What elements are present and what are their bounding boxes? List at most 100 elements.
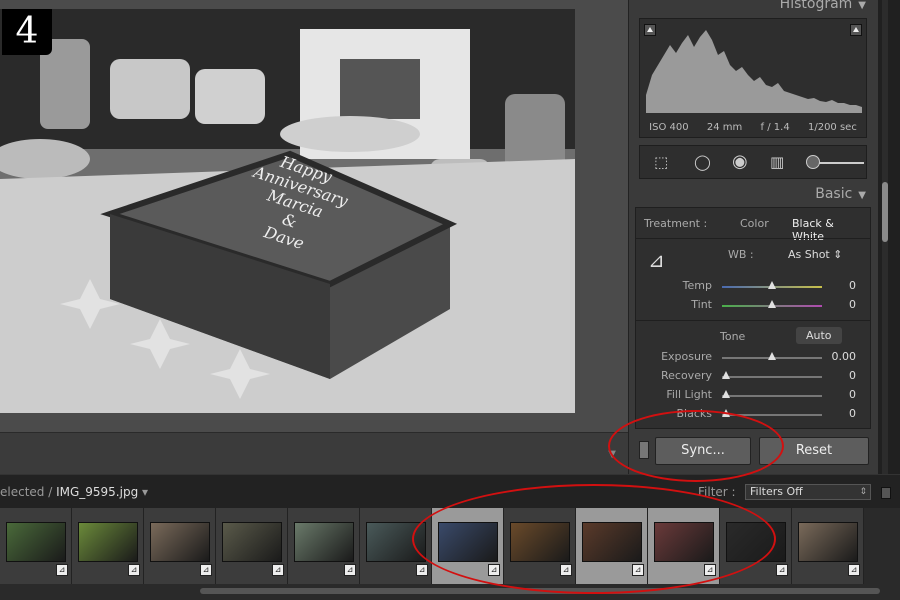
filmstrip-header: elected / IMG_9595.jpg ▾ Filter : Filter… <box>0 474 900 508</box>
focal-length-value: 24 mm <box>706 122 743 133</box>
shutter-value: 1/200 sec <box>807 122 857 133</box>
develop-adjusted-badge-icon: ⊿ <box>344 564 356 576</box>
blacks-slider-thumb[interactable] <box>722 409 730 417</box>
exposure-value[interactable]: 0.00 <box>832 350 857 363</box>
treatment-color-option[interactable]: Color <box>734 215 775 232</box>
wb-select[interactable]: As Shot ⇕ <box>782 246 848 263</box>
tone-label: Tone <box>720 330 746 343</box>
thumbnail-image <box>366 522 426 562</box>
reset-button[interactable]: Reset <box>759 437 869 465</box>
recovery-slider-thumb[interactable] <box>722 371 730 379</box>
thumbnail-image <box>6 522 66 562</box>
fill-light-slider-thumb[interactable] <box>722 390 730 398</box>
treatment-label: Treatment : <box>644 217 708 230</box>
divider <box>636 320 870 321</box>
right-panel-scrollbar[interactable] <box>878 0 900 474</box>
basic-header[interactable]: Basic ▼ <box>815 186 866 202</box>
filmstrip-thumbnail[interactable]: ⊿ <box>72 508 144 584</box>
temp-slider-thumb[interactable] <box>768 281 776 289</box>
exposure-label: Exposure <box>661 350 712 363</box>
histogram-header[interactable]: Histogram ▼ <box>780 0 866 12</box>
thumbnail-image <box>654 522 714 562</box>
filter-value: Filters Off <box>750 485 803 498</box>
aperture-value: f / 1.4 <box>760 122 790 133</box>
loupe-view: Happy Anniversary Marcia & Dave 4 <box>0 0 628 432</box>
develop-adjusted-badge-icon: ⊿ <box>272 564 284 576</box>
thumbnail-image <box>294 522 354 562</box>
filename-dropdown-icon[interactable]: ▾ <box>142 485 148 499</box>
filmstrip-thumbnail[interactable]: ⊿ <box>288 508 360 584</box>
filter-lock-toggle[interactable] <box>881 487 891 499</box>
adjustment-brush-track <box>816 162 864 164</box>
fill-light-value[interactable]: 0 <box>849 388 856 401</box>
loupe-toolbar: ▼ <box>0 432 628 474</box>
develop-adjusted-badge-icon: ⊿ <box>488 564 500 576</box>
blacks-value[interactable]: 0 <box>849 407 856 420</box>
auto-sync-toggle[interactable] <box>639 441 649 459</box>
select-arrows-icon: ⇕ <box>859 487 867 497</box>
develop-adjusted-badge-icon: ⊿ <box>56 564 68 576</box>
filmstrip: ⊿ ⊿ ⊿ ⊿ ⊿ ⊿ ⊿ ⊿ ⊿ ⊿ ⊿ ⊿ <box>0 508 900 600</box>
develop-adjusted-badge-icon: ⊿ <box>560 564 572 576</box>
exposure-slider-thumb[interactable] <box>768 352 776 360</box>
thumbnail-image <box>78 522 138 562</box>
adjustment-brush-icon[interactable] <box>806 155 820 169</box>
thumbnail-image <box>438 522 498 562</box>
tint-label: Tint <box>691 298 712 311</box>
develop-adjusted-badge-icon: ⊿ <box>848 564 860 576</box>
filmstrip-thumbnail[interactable]: ⊿ <box>720 508 792 584</box>
develop-right-panel: Histogram ▼ ISO 400 24 mm f / 1.4 1/200 s… <box>628 0 878 474</box>
thumbnail-image <box>582 522 642 562</box>
basic-panel: Treatment : Color Black & White ⊿ WB : A… <box>635 207 871 429</box>
crop-overlay-icon[interactable]: ⬚ <box>654 153 668 171</box>
collapse-arrow-icon[interactable]: ▼ <box>858 0 866 11</box>
filter-select[interactable]: Filters Off ⇕ <box>745 484 871 500</box>
develop-adjusted-badge-icon: ⊿ <box>632 564 644 576</box>
red-eye-icon[interactable]: ◉ <box>732 151 748 172</box>
spot-removal-icon[interactable]: ◯ <box>694 153 711 171</box>
histogram-graph <box>646 30 862 113</box>
filmstrip-thumbnail[interactable]: ⊿ <box>144 508 216 584</box>
tint-value[interactable]: 0 <box>849 298 856 311</box>
blacks-label: Blacks <box>676 407 713 420</box>
develop-adjusted-badge-icon: ⊿ <box>776 564 788 576</box>
scrollbar-thumb[interactable] <box>882 182 888 242</box>
filmstrip-thumbnail[interactable]: ⊿ <box>0 508 72 584</box>
tool-strip: ⬚ ◯ ◉ ▥ <box>639 145 867 179</box>
exif-info: ISO 400 24 mm f / 1.4 1/200 sec <box>640 122 866 133</box>
treatment-bw-option[interactable]: Black & White <box>786 215 870 245</box>
filmstrip-thumbnail[interactable]: ⊿ <box>504 508 576 584</box>
filmstrip-thumbnail[interactable]: ⊿ <box>216 508 288 584</box>
iso-value: ISO 400 <box>649 122 689 133</box>
thumbnail-image <box>222 522 282 562</box>
filmstrip-thumbnail[interactable]: ⊿ <box>432 508 504 584</box>
photo-preview[interactable]: Happy Anniversary Marcia & Dave <box>0 9 575 413</box>
toolbar-menu-arrow-icon[interactable]: ▼ <box>608 449 616 460</box>
recovery-slider-track[interactable] <box>722 376 822 378</box>
filmstrip-thumbnail[interactable]: ⊿ <box>576 508 648 584</box>
sync-button[interactable]: Sync... <box>655 437 751 465</box>
eyedropper-icon[interactable]: ⊿ <box>648 248 665 272</box>
histogram-title: Histogram <box>779 0 853 12</box>
graduated-filter-icon[interactable]: ▥ <box>770 153 784 171</box>
filmstrip-thumbnail[interactable]: ⊿ <box>648 508 720 584</box>
develop-adjusted-badge-icon: ⊿ <box>416 564 428 576</box>
fill-light-slider-track[interactable] <box>722 395 822 397</box>
filmstrip-thumbnail[interactable]: ⊿ <box>792 508 864 584</box>
divider <box>636 238 870 239</box>
tint-slider-thumb[interactable] <box>768 300 776 308</box>
source-path[interactable]: elected / IMG_9595.jpg ▾ <box>0 485 148 499</box>
temp-value[interactable]: 0 <box>849 279 856 292</box>
thumbnail-image <box>150 522 210 562</box>
collapse-arrow-icon[interactable]: ▼ <box>858 190 866 201</box>
step-number-badge: 4 <box>2 9 52 55</box>
auto-tone-button[interactable]: Auto <box>796 327 842 344</box>
histogram: ISO 400 24 mm f / 1.4 1/200 sec <box>639 18 867 138</box>
fill-light-label: Fill Light <box>666 388 712 401</box>
filmstrip-thumbnail[interactable]: ⊿ <box>360 508 432 584</box>
recovery-value[interactable]: 0 <box>849 369 856 382</box>
filmstrip-scrollbar[interactable] <box>200 588 880 594</box>
blacks-slider-track[interactable] <box>722 414 822 416</box>
current-filename: IMG_9595.jpg <box>56 485 139 499</box>
basic-title: Basic <box>815 186 853 202</box>
